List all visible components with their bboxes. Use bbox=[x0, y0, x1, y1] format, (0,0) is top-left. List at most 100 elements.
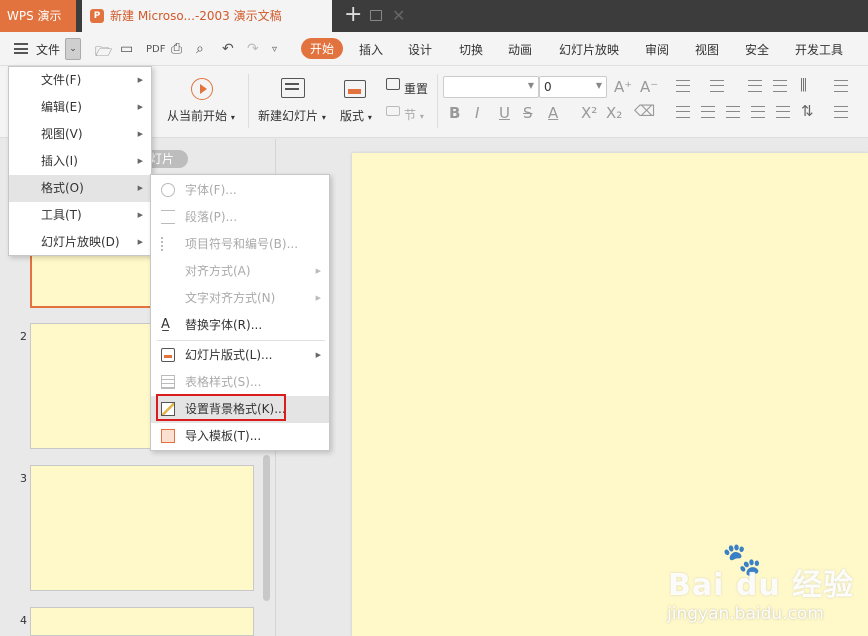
submenu-item-bullets-numbering: 项目符号和编号(B)... bbox=[151, 231, 329, 258]
menu-item-slideshow[interactable]: 幻灯片放映(D) ▶ bbox=[9, 229, 151, 256]
import-template-icon bbox=[161, 429, 175, 443]
paragraph-settings-icon[interactable] bbox=[834, 106, 848, 118]
increase-indent-icon[interactable] bbox=[773, 80, 787, 92]
distribute-icon[interactable] bbox=[776, 106, 790, 118]
toolbar-divider bbox=[437, 74, 438, 128]
clear-format-icon[interactable]: ⌫ bbox=[634, 102, 655, 120]
decrease-indent-icon[interactable] bbox=[748, 80, 762, 92]
tab-security[interactable]: 安全 bbox=[745, 41, 769, 58]
highlight-annotation bbox=[156, 394, 286, 421]
menu-item-tools[interactable]: 工具(T) ▶ bbox=[9, 202, 151, 229]
submenu-item-import-template[interactable]: 导入模板(T)... bbox=[151, 423, 329, 450]
tab-home[interactable]: 开始 bbox=[301, 38, 344, 59]
numbered-list-icon[interactable] bbox=[710, 80, 724, 92]
submenu-item-label: 导入模板(T)... bbox=[185, 429, 262, 443]
increase-font-icon[interactable]: A⁺ bbox=[614, 78, 632, 96]
app-tab[interactable]: WPS 演示 bbox=[0, 0, 76, 32]
tab-developer[interactable]: 开发工具 bbox=[795, 41, 843, 58]
play-icon[interactable] bbox=[191, 78, 213, 100]
save-icon[interactable]: ▭ bbox=[120, 41, 133, 57]
menu-item-format[interactable]: 格式(O) ▶ bbox=[9, 175, 151, 202]
columns-icon[interactable]: ⫼ bbox=[800, 76, 807, 94]
submenu-item-replace-fonts[interactable]: A̲ 替换字体(R)... bbox=[151, 312, 329, 339]
new-slide-button[interactable]: 新建幻灯片 ▾ bbox=[258, 107, 326, 124]
menu-item-label: 文件(F) bbox=[41, 73, 82, 87]
menu-item-insert[interactable]: 插入(I) ▶ bbox=[9, 148, 151, 175]
submenu-item-label: 幻灯片版式(L)... bbox=[185, 348, 273, 362]
undo-icon[interactable]: ↶ bbox=[222, 41, 234, 57]
strikethrough-icon[interactable]: S bbox=[523, 104, 533, 122]
submenu-item-alignment: 对齐方式(A) ▶ bbox=[151, 258, 329, 285]
text-direction-icon[interactable]: ⇅ bbox=[801, 102, 814, 120]
submenu-item-label: 项目符号和编号(B)... bbox=[185, 237, 299, 251]
font-size-select[interactable]: 0 ▼ bbox=[539, 76, 607, 98]
reset-icon[interactable] bbox=[386, 78, 400, 90]
menu-item-file[interactable]: 文件(F) ▶ bbox=[9, 67, 151, 94]
export-pdf-icon[interactable]: PDF bbox=[146, 44, 165, 55]
new-slide-icon[interactable] bbox=[281, 78, 305, 98]
from-current-slide-button[interactable]: 从当前开始 ▾ bbox=[167, 107, 235, 124]
redo-icon[interactable]: ↷ bbox=[247, 41, 259, 57]
chevron-right-icon: ▶ bbox=[137, 184, 143, 192]
submenu-item-label: 替换字体(R)... bbox=[185, 318, 263, 332]
superscript-icon[interactable]: X² bbox=[581, 104, 597, 122]
slide-thumbnail-4[interactable] bbox=[30, 607, 254, 636]
slide-panel-scrollbar[interactable] bbox=[263, 455, 270, 601]
new-slide-label: 新建幻灯片 bbox=[258, 109, 319, 123]
toolbar-divider bbox=[248, 74, 249, 128]
new-tab-icon[interactable]: + bbox=[344, 2, 362, 27]
hamburger-menu-icon[interactable] bbox=[14, 43, 28, 54]
subscript-icon[interactable]: X₂ bbox=[606, 104, 622, 122]
file-dropdown-button[interactable]: ⌄ bbox=[65, 38, 81, 60]
print-preview-icon[interactable]: ⌕ bbox=[196, 41, 204, 57]
layout-button[interactable]: 版式 ▾ bbox=[340, 107, 372, 124]
tab-animations[interactable]: 动画 bbox=[508, 41, 532, 58]
align-right-icon[interactable] bbox=[726, 106, 740, 118]
font-size-value: 0 bbox=[544, 80, 552, 94]
customize-toolbar-icon[interactable]: ▿ bbox=[272, 44, 277, 55]
pin-window-icon[interactable] bbox=[370, 10, 382, 21]
close-icon[interactable]: ✕ bbox=[392, 6, 405, 25]
replace-font-icon: A̲ bbox=[161, 317, 170, 332]
font-icon bbox=[161, 183, 175, 197]
file-menu-label[interactable]: 文件 bbox=[36, 41, 60, 58]
print-icon[interactable]: ⎙ bbox=[171, 41, 182, 57]
justify-icon[interactable] bbox=[751, 106, 765, 118]
slide-layout-icon bbox=[161, 348, 175, 362]
bullet-list-icon[interactable] bbox=[676, 80, 690, 92]
file-dropdown-menu: 文件(F) ▶ 编辑(E) ▶ 视图(V) ▶ 插入(I) ▶ 格式(O) ▶ 工具(T)… bbox=[8, 66, 152, 256]
chevron-right-icon: ▶ bbox=[137, 130, 143, 138]
open-folder-icon[interactable]: 🗁 bbox=[95, 41, 112, 65]
table-icon bbox=[161, 375, 175, 389]
align-left-icon[interactable] bbox=[676, 106, 690, 118]
submenu-item-paragraph: 段落(P)... bbox=[151, 204, 329, 231]
decrease-font-icon[interactable]: A⁻ bbox=[640, 78, 658, 96]
menu-item-edit[interactable]: 编辑(E) ▶ bbox=[9, 94, 151, 121]
tab-review[interactable]: 审阅 bbox=[645, 41, 669, 58]
from-current-label: 从当前开始 bbox=[167, 109, 228, 123]
slide-thumbnail-3[interactable] bbox=[30, 465, 254, 591]
menu-item-label: 格式(O) bbox=[41, 181, 84, 195]
tab-design[interactable]: 设计 bbox=[408, 41, 432, 58]
tab-transitions[interactable]: 切换 bbox=[459, 41, 483, 58]
submenu-item-slide-layout[interactable]: 幻灯片版式(L)... ▶ bbox=[151, 342, 329, 369]
line-spacing-icon[interactable] bbox=[834, 80, 848, 92]
reset-button[interactable]: 重置 bbox=[404, 80, 428, 97]
tab-slideshow[interactable]: 幻灯片放映 bbox=[559, 41, 619, 58]
align-center-icon[interactable] bbox=[701, 106, 715, 118]
document-tab[interactable]: P 新建 Microso...-2003 演示文稿 ✕ bbox=[82, 0, 405, 32]
submenu-item-label: 字体(F)... bbox=[185, 183, 237, 197]
tab-view[interactable]: 视图 bbox=[695, 41, 719, 58]
bold-icon[interactable]: B bbox=[449, 104, 460, 122]
font-name-select[interactable]: ▼ bbox=[443, 76, 539, 98]
tab-insert[interactable]: 插入 bbox=[359, 41, 383, 58]
italic-icon[interactable]: I bbox=[475, 104, 479, 122]
underline-icon[interactable]: U bbox=[499, 104, 510, 122]
layout-icon[interactable] bbox=[344, 80, 366, 98]
font-color-icon[interactable]: A bbox=[548, 104, 558, 122]
ribbon-tab-bar: 文件 ⌄ 🗁 ▭ PDF ⎙ ⌕ ↶ ↷ ▿ 开始 插入 设计 切换 动画 幻灯… bbox=[0, 32, 868, 66]
slide-number: 2 bbox=[20, 330, 27, 343]
menu-item-label: 插入(I) bbox=[41, 154, 78, 168]
slides-panel-tab[interactable]: 灯片 bbox=[146, 150, 188, 168]
menu-item-view[interactable]: 视图(V) ▶ bbox=[9, 121, 151, 148]
